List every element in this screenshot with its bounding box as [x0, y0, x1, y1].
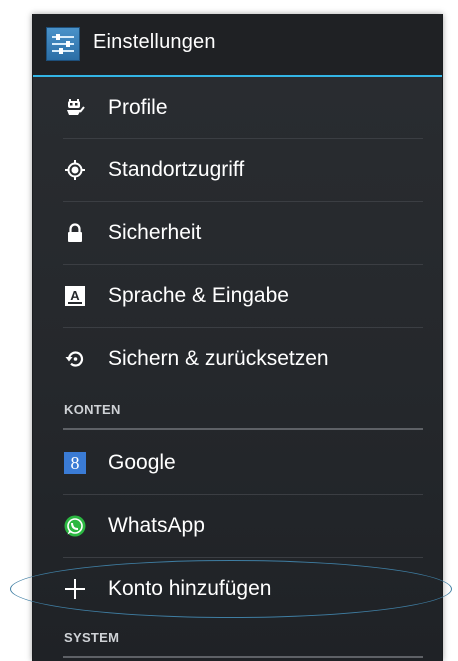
backup-restore-icon [65, 351, 84, 367]
settings-item-location[interactable]: Standortzugriff [33, 139, 442, 202]
profile-robot-icon [67, 99, 85, 115]
plus-icon [65, 579, 85, 599]
settings-item-language[interactable]: A Sprache & Eingabe [33, 265, 442, 328]
add-account-label: Konto hinzufügen [108, 577, 272, 600]
add-account-item[interactable]: Konto hinzufügen [33, 558, 442, 621]
account-item-google[interactable]: 8 Google [33, 432, 442, 495]
whatsapp-icon [64, 515, 86, 537]
page-title: Einstellungen [93, 31, 216, 53]
section-title: KONTEN [64, 402, 121, 417]
settings-sliders-icon[interactable] [46, 27, 80, 61]
location-icon [65, 160, 85, 180]
settings-item-label: Sicherheit [108, 221, 202, 244]
action-bar: Einstellungen [33, 14, 442, 77]
settings-item-security[interactable]: Sicherheit [33, 202, 442, 265]
section-title: SYSTEM [64, 630, 120, 645]
account-item-label: WhatsApp [108, 514, 205, 537]
section-header-system: SYSTEM [33, 624, 442, 654]
settings-item-label: Sichern & zurücksetzen [108, 347, 329, 370]
section-header-accounts: KONTEN [33, 396, 442, 426]
settings-item-label: Standortzugriff [108, 158, 245, 181]
section-divider [63, 656, 423, 658]
svg-text:8: 8 [71, 453, 80, 473]
account-item-label: Google [108, 451, 176, 474]
settings-item-label: Profile [108, 96, 168, 119]
settings-item-profile[interactable]: Profile [33, 77, 442, 140]
lock-icon [68, 223, 82, 242]
svg-text:A: A [70, 288, 80, 303]
section-divider [63, 428, 423, 430]
google-icon: 8 [64, 452, 86, 474]
keyboard-a-icon: A [65, 286, 85, 306]
account-item-whatsapp[interactable]: WhatsApp [33, 495, 442, 558]
settings-item-label: Sprache & Eingabe [108, 284, 289, 307]
settings-screen: Einstellungen Profile Standortzugriff Si… [32, 14, 443, 661]
settings-item-backup[interactable]: Sichern & zurücksetzen [33, 328, 442, 391]
